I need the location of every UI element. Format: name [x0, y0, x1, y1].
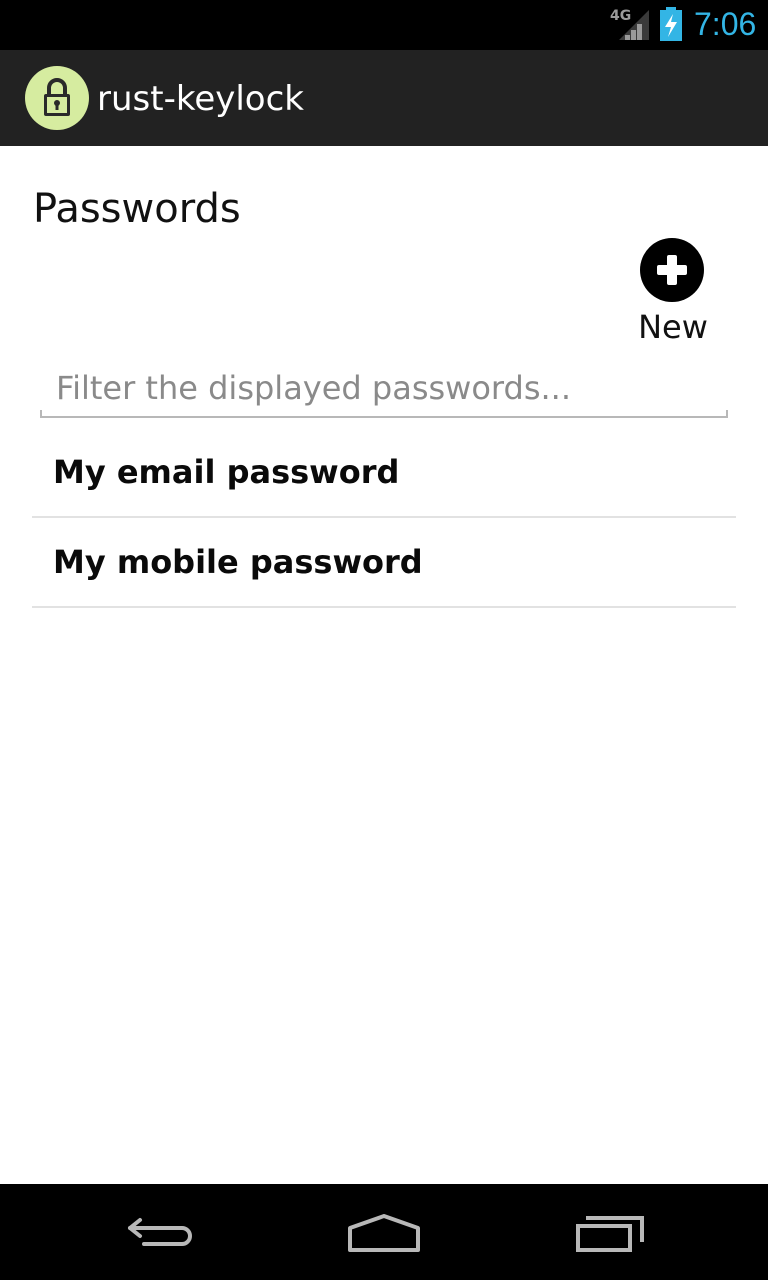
signal-icon [619, 10, 649, 40]
back-icon[interactable] [110, 1202, 210, 1262]
add-icon [640, 238, 704, 302]
navigation-bar [0, 1184, 768, 1280]
home-icon[interactable] [334, 1202, 434, 1262]
action-bar: rust-keylock [0, 50, 768, 146]
filter-underline [40, 410, 728, 418]
new-password-button[interactable]: New [628, 236, 718, 348]
new-button-label: New [638, 308, 708, 346]
password-name: My mobile password [53, 543, 423, 581]
password-list: My email password My mobile password [32, 428, 736, 608]
padlock-icon[interactable] [25, 66, 89, 130]
filter-field-container [40, 362, 728, 420]
clock: 7:06 [694, 6, 757, 42]
app-title: rust-keylock [97, 79, 304, 119]
battery-charging-icon [659, 7, 683, 41]
list-item[interactable]: My email password [32, 428, 736, 518]
page-title: Passwords [33, 186, 241, 232]
filter-input[interactable] [40, 362, 728, 414]
recents-icon[interactable] [560, 1202, 660, 1262]
password-name: My email password [53, 453, 400, 491]
list-item[interactable]: My mobile password [32, 518, 736, 608]
status-bar: 4G 7:06 [0, 0, 768, 50]
